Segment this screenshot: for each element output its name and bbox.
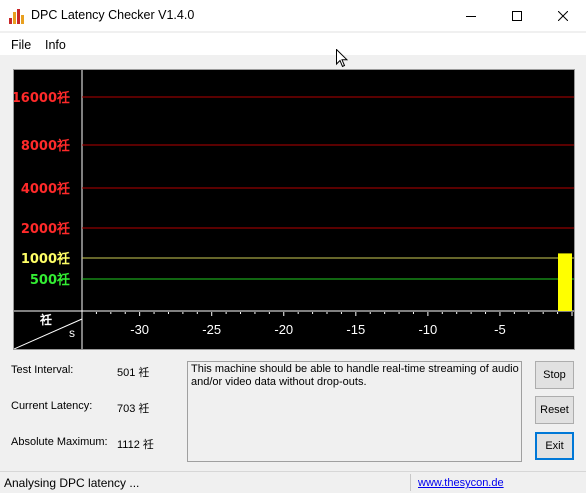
y-tick-label: 500祍 [30, 272, 70, 288]
x-tick-label: -25 [202, 322, 221, 337]
exit-button[interactable]: Exit [535, 432, 574, 460]
menu-info[interactable]: Info [45, 38, 66, 52]
latency-chart: 16000祍 8000祍 4000祍 2000祍 1000祍 500祍 -30 -25 -20 -… [13, 69, 575, 350]
x-tick-label: -5 [494, 322, 506, 337]
y-tick-label: 1000祍 [21, 251, 70, 267]
y-unit-label: 祍 [39, 312, 52, 327]
mouse-cursor-icon [336, 49, 348, 68]
status-divider [410, 474, 411, 491]
maximize-icon [512, 10, 522, 21]
menu-bar: File Info [0, 33, 586, 55]
x-tick-label: -10 [418, 322, 437, 337]
minimize-icon [466, 15, 476, 17]
test-interval-value: 501 祍 [117, 367, 150, 379]
app-bars-icon [9, 9, 24, 24]
stop-button[interactable]: Stop [535, 361, 574, 389]
title-bar: DPC Latency Checker V1.4.0 [0, 0, 586, 31]
x-unit-label: s [69, 326, 75, 340]
close-button[interactable] [540, 0, 586, 31]
status-message: This machine should be able to handle re… [187, 361, 522, 462]
y-tick-label: 16000祍 [14, 90, 70, 106]
close-icon [558, 10, 568, 21]
absolute-maximum-label: Absolute Maximum: [11, 436, 108, 448]
status-bar: Analysing DPC latency ... www.thesycon.d… [0, 471, 586, 493]
x-tick-label: -15 [346, 322, 365, 337]
absolute-maximum-value: 1112 祍 [117, 439, 154, 451]
minimize-button[interactable] [448, 0, 494, 31]
menu-file[interactable]: File [11, 38, 31, 52]
window-title: DPC Latency Checker V1.4.0 [31, 8, 195, 22]
current-latency-value: 703 祍 [117, 403, 150, 415]
current-latency-label: Current Latency: [11, 400, 93, 412]
y-tick-label: 4000祍 [21, 181, 70, 197]
reset-button[interactable]: Reset [535, 396, 574, 424]
y-tick-label: 2000祍 [21, 221, 70, 237]
latency-chart-svg: 16000祍 8000祍 4000祍 2000祍 1000祍 500祍 -30 -25 -20 -… [14, 70, 574, 349]
website-link[interactable]: www.thesycon.de [418, 477, 504, 489]
status-text: Analysing DPC latency ... [4, 476, 140, 490]
latency-bar [558, 253, 572, 311]
x-tick-label: -20 [274, 322, 293, 337]
test-interval-label: Test Interval: [11, 364, 74, 376]
maximize-button[interactable] [494, 0, 540, 31]
x-tick-label: -30 [130, 322, 149, 337]
y-tick-label: 8000祍 [21, 138, 70, 154]
